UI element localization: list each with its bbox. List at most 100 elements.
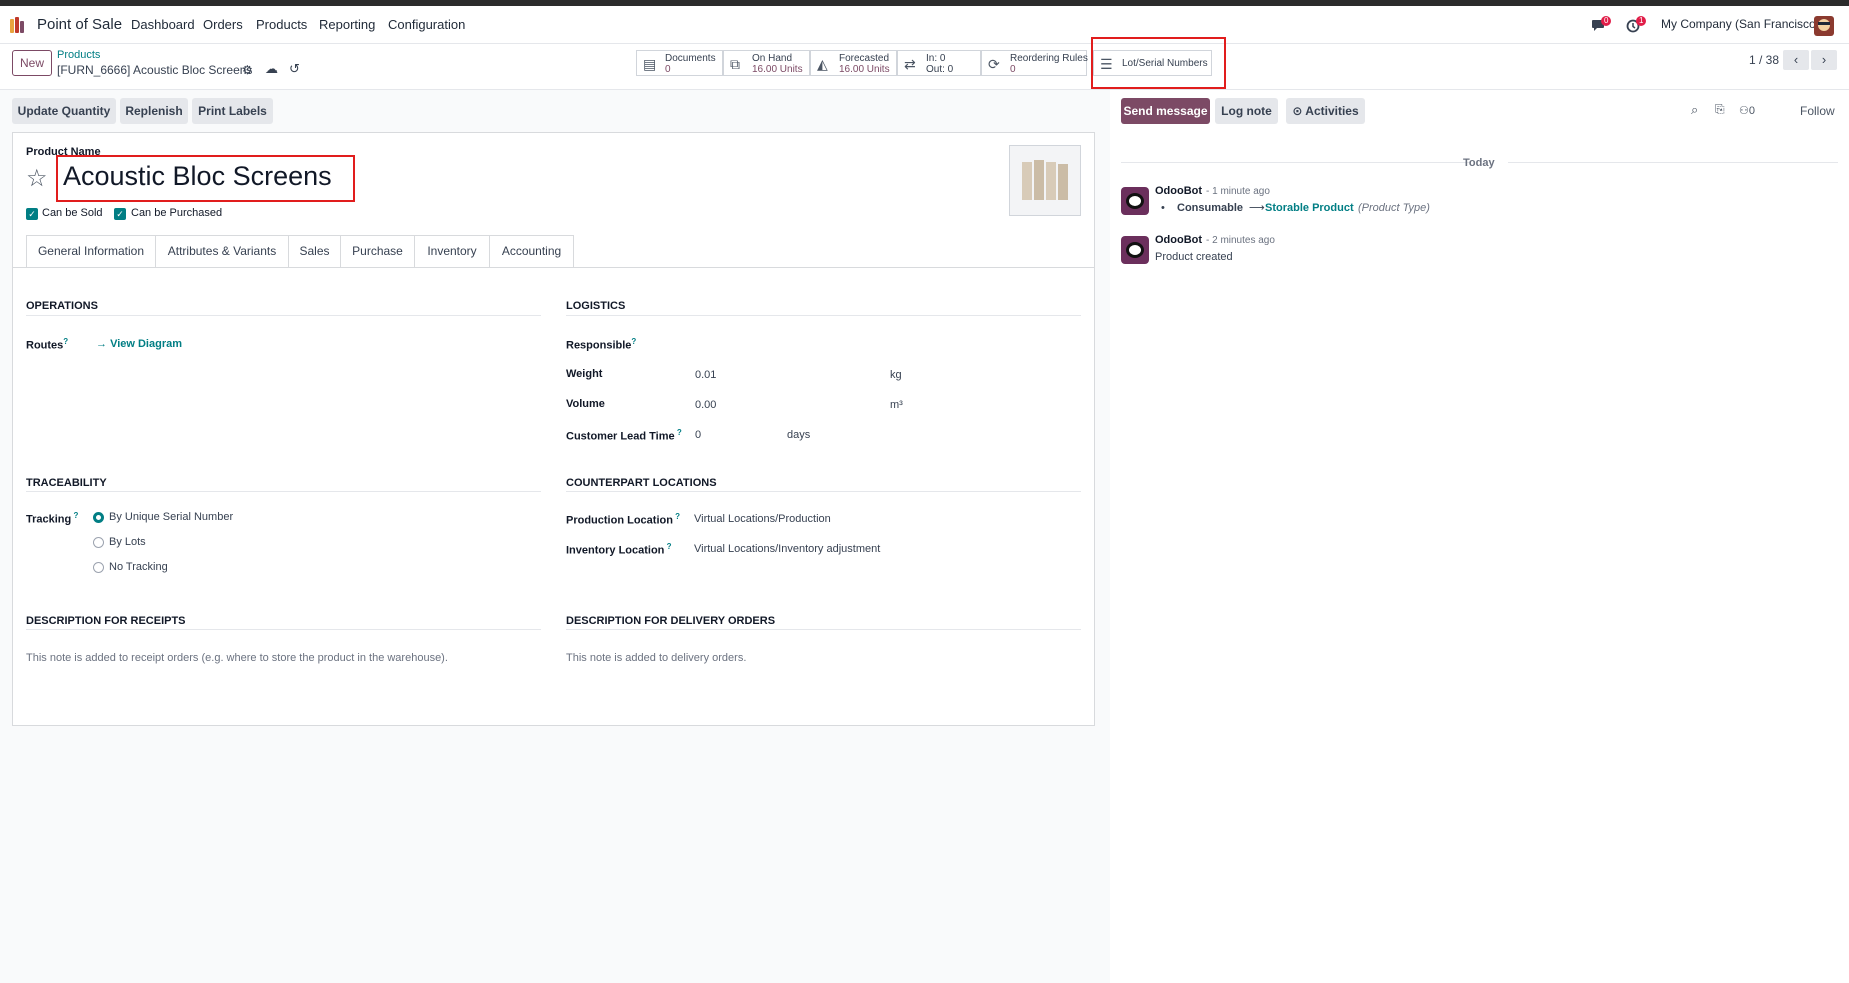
logistics-divider	[566, 315, 1081, 316]
tab-general-information[interactable]: General Information	[26, 235, 156, 267]
replenish-button[interactable]: Replenish	[120, 98, 188, 124]
followers-button[interactable]: ⚇0	[1739, 104, 1755, 117]
arrow-right-icon: →	[96, 338, 111, 350]
tracking-serial-radio[interactable]	[93, 512, 104, 523]
tab-purchase[interactable]: Purchase	[340, 235, 415, 267]
responsible-field[interactable]	[694, 334, 1074, 352]
documents-label: Documents	[665, 53, 716, 64]
new-button[interactable]: New	[12, 50, 52, 76]
activities-systray[interactable]: 1	[1626, 16, 1648, 34]
production-location-label: Production Location ?	[566, 512, 681, 527]
menu-orders[interactable]: Orders	[203, 17, 243, 32]
inventory-location-label: Inventory Location ?	[566, 542, 672, 557]
out-count: Out: 0	[926, 64, 954, 75]
breadcrumb-current: [FURN_6666] Acoustic Bloc Screens	[57, 63, 253, 77]
tab-attributes-variants[interactable]: Attributes & Variants	[155, 235, 289, 267]
chevron-left-icon: ‹	[1793, 52, 1799, 67]
chevron-right-icon: ›	[1821, 52, 1827, 67]
app-name[interactable]: Point of Sale	[37, 16, 122, 33]
tracking-lots-radio[interactable]	[93, 537, 104, 548]
print-labels-button[interactable]: Print Labels	[192, 98, 273, 124]
inventory-location-field[interactable]: Virtual Locations/Inventory adjustment	[694, 543, 880, 555]
company-switcher[interactable]: My Company (San Francisco)	[1661, 17, 1820, 31]
tab-sales[interactable]: Sales	[288, 235, 341, 267]
menu-reporting[interactable]: Reporting	[319, 17, 375, 32]
user-avatar[interactable]	[1814, 16, 1834, 36]
screen-image-icon	[1022, 160, 1068, 200]
product-image[interactable]	[1009, 145, 1081, 216]
menu-configuration[interactable]: Configuration	[388, 17, 465, 32]
bullet-icon: •	[1161, 202, 1165, 214]
update-quantity-button[interactable]: Update Quantity	[12, 98, 116, 124]
menu-products[interactable]: Products	[256, 17, 307, 32]
message-author[interactable]: OdooBot	[1155, 185, 1202, 197]
volume-unit: m³	[890, 399, 903, 411]
desc-receipts-field[interactable]: This note is added to receipt orders (e.…	[26, 652, 448, 664]
documents-count: 0	[665, 64, 671, 75]
traceability-title: TRACEABILITY	[26, 477, 107, 489]
in-out-smart-button[interactable]: ⇄ In: 0 Out: 0	[897, 50, 981, 76]
desc-receipts-title: DESCRIPTION FOR RECEIPTS	[26, 615, 186, 627]
tracking-label: Tracking ?	[26, 511, 79, 526]
odoobot-avatar[interactable]	[1121, 187, 1149, 215]
message-body: Product created	[1155, 251, 1233, 263]
highlight-box-product-name	[56, 155, 355, 202]
menu-dashboard[interactable]: Dashboard	[131, 17, 195, 32]
tracking-none-label: No Tracking	[109, 561, 168, 573]
reordering-rules-smart-button[interactable]: ⟳ Reordering Rules 0	[981, 50, 1088, 76]
pos-app-icon[interactable]	[10, 17, 28, 33]
can-be-purchased-checkbox[interactable]: ✓	[114, 208, 126, 220]
send-message-button[interactable]: Send message	[1121, 98, 1210, 124]
clock-icon: ⊙	[1292, 104, 1306, 118]
search-icon[interactable]: ⌕	[1691, 102, 1698, 118]
desc-delivery-title: DESCRIPTION FOR DELIVERY ORDERS	[566, 615, 776, 627]
reordering-count: 0	[1010, 64, 1016, 75]
form-sheet	[12, 132, 1095, 726]
volume-field[interactable]: 0.00	[695, 399, 716, 411]
tracking-lots-label: By Lots	[109, 536, 146, 548]
messages-badge: 0	[1601, 16, 1612, 26]
messages-systray[interactable]: 0	[1591, 16, 1612, 34]
on-hand-smart-button[interactable]: ⧉ On Hand 16.00 Units	[723, 50, 810, 76]
gear-icon[interactable]: ⚙	[242, 63, 253, 77]
top-navbar: Point of Sale Dashboard Orders Products …	[0, 6, 1849, 44]
cloud-save-icon[interactable]: ☁	[265, 61, 278, 77]
responsible-label: Responsible?	[566, 337, 637, 352]
desc-delivery-divider	[566, 629, 1081, 630]
tabs-divider	[13, 267, 1094, 268]
customer-lead-time-field[interactable]: 0	[695, 429, 701, 441]
breadcrumb-products[interactable]: Products	[57, 49, 100, 61]
tab-inventory[interactable]: Inventory	[414, 235, 490, 268]
can-be-sold-checkbox[interactable]: ✓	[26, 208, 38, 220]
odoobot-avatar[interactable]	[1121, 236, 1149, 264]
forecasted-smart-button[interactable]: ◭ Forecasted 16.00 Units	[810, 50, 897, 76]
discard-icon[interactable]: ↺	[289, 61, 300, 77]
highlight-box-lots	[1091, 37, 1226, 89]
pager-next-button[interactable]: ›	[1811, 50, 1837, 70]
follow-button[interactable]: Follow	[1800, 104, 1835, 118]
tracking-new-value: Storable Product	[1265, 202, 1354, 214]
document-icon: ▤	[643, 56, 657, 72]
customer-lead-time-unit: days	[787, 429, 811, 441]
message-author[interactable]: OdooBot	[1155, 234, 1202, 246]
exchange-icon: ⇄	[904, 56, 916, 72]
traceability-divider	[26, 491, 541, 492]
weight-field[interactable]: 0.01	[695, 369, 716, 381]
star-icon[interactable]: ☆	[26, 164, 48, 193]
documents-smart-button[interactable]: ▤ Documents 0	[636, 50, 723, 76]
in-count: In: 0	[926, 53, 946, 64]
activities-button[interactable]: ⊙ Activities	[1286, 98, 1365, 124]
paperclip-icon[interactable]: ⎘	[1715, 102, 1725, 117]
tracking-old-value: Consumable	[1177, 202, 1244, 214]
pager-previous-button[interactable]: ‹	[1783, 50, 1809, 70]
can-be-purchased-label: Can be Purchased	[131, 207, 223, 219]
user-icon: ⚇	[1739, 105, 1749, 117]
tracking-none-radio[interactable]	[93, 562, 104, 573]
pager-value[interactable]: 1 / 38	[1749, 53, 1779, 67]
forecasted-label: Forecasted	[839, 53, 890, 64]
desc-delivery-field[interactable]: This note is added to delivery orders.	[566, 652, 746, 664]
tab-accounting[interactable]: Accounting	[489, 235, 574, 267]
view-diagram-link[interactable]: → View Diagram	[96, 338, 182, 350]
log-note-button[interactable]: Log note	[1215, 98, 1278, 124]
production-location-field[interactable]: Virtual Locations/Production	[694, 513, 831, 525]
